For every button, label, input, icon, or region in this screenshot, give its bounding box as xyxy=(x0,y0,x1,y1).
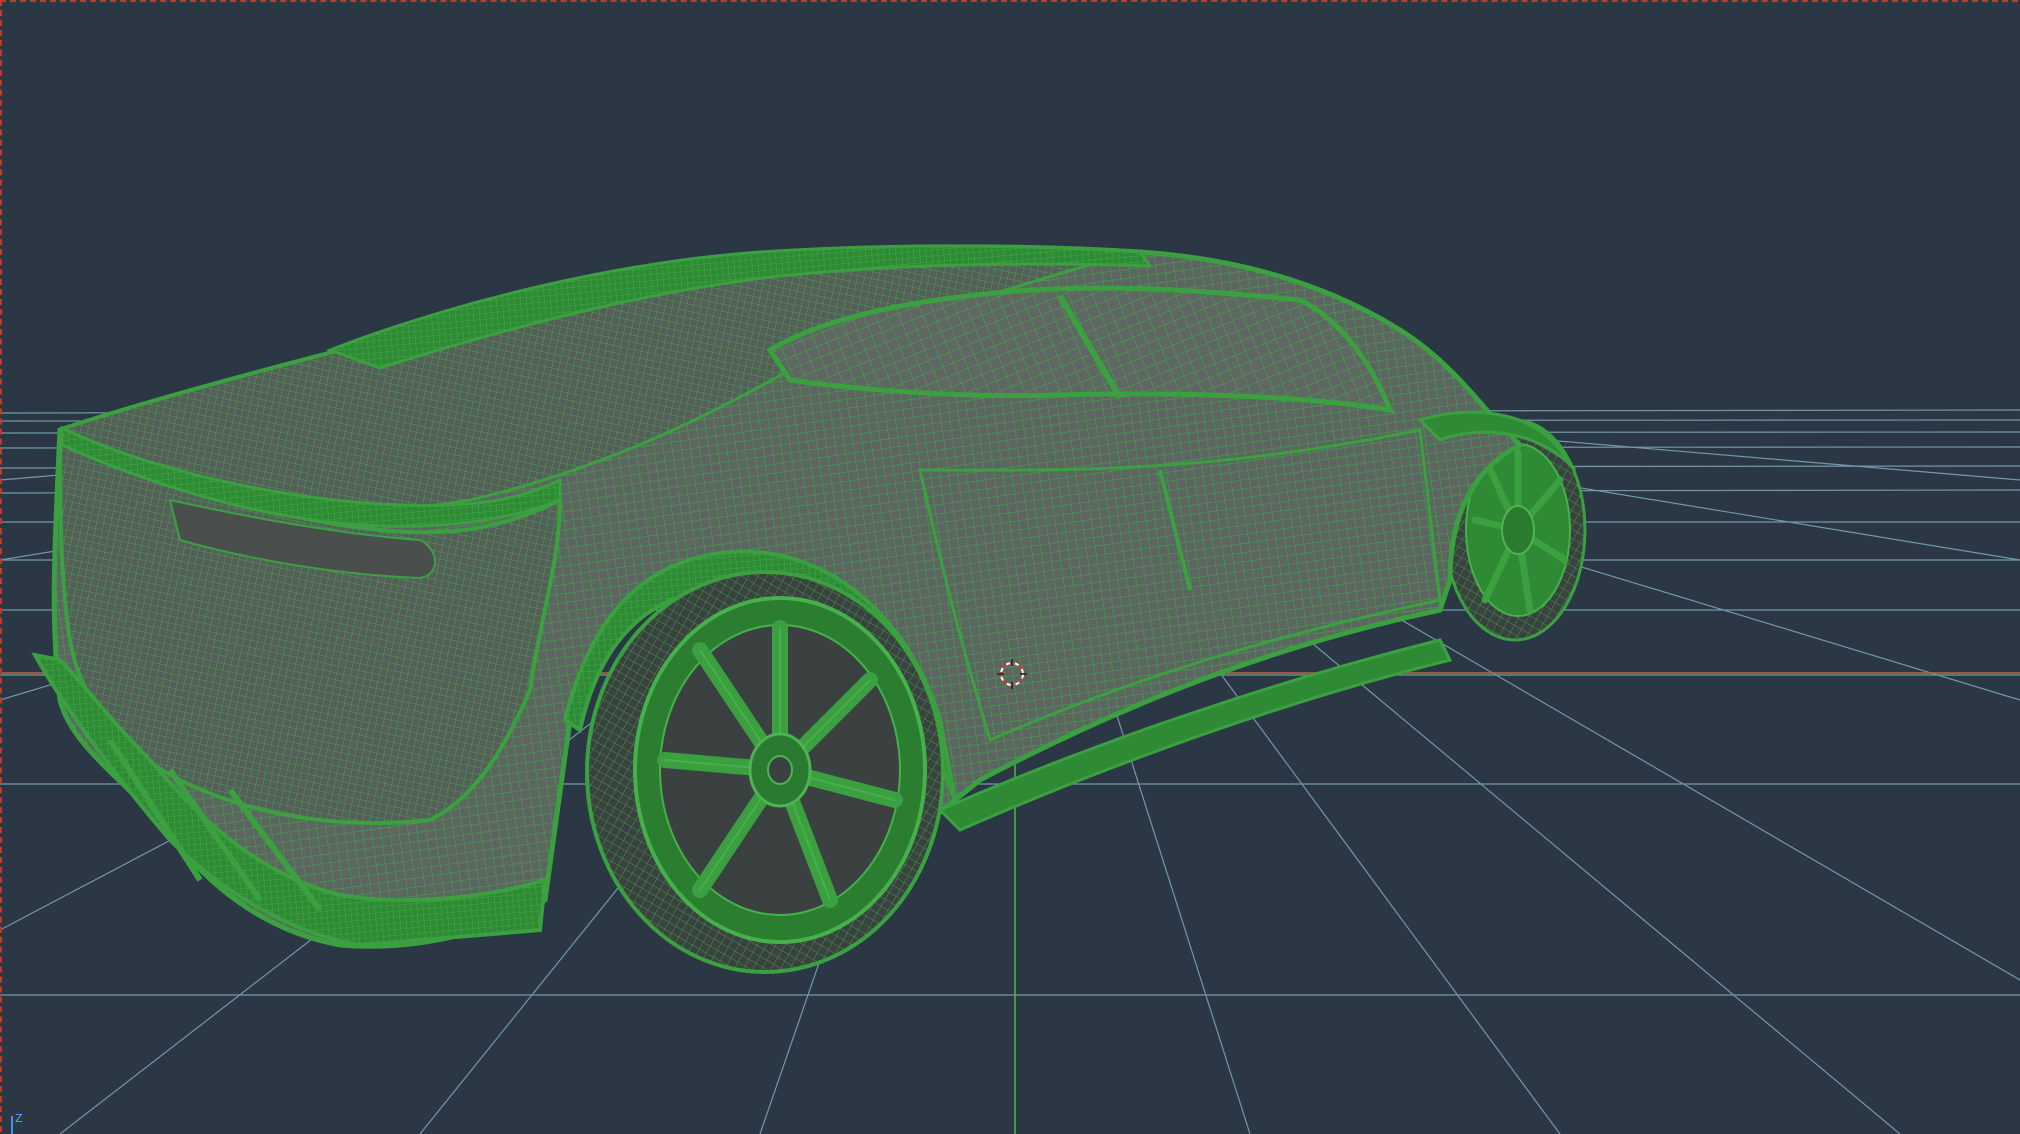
axis-gizmo-label: Z xyxy=(15,1112,23,1125)
viewport-canvas xyxy=(0,244,2020,1134)
3d-viewport[interactable]: Z xyxy=(0,0,2020,1134)
car-mesh[interactable] xyxy=(31,244,1587,974)
rear-wheel-near[interactable] xyxy=(585,570,945,974)
door-panel xyxy=(918,428,1442,743)
